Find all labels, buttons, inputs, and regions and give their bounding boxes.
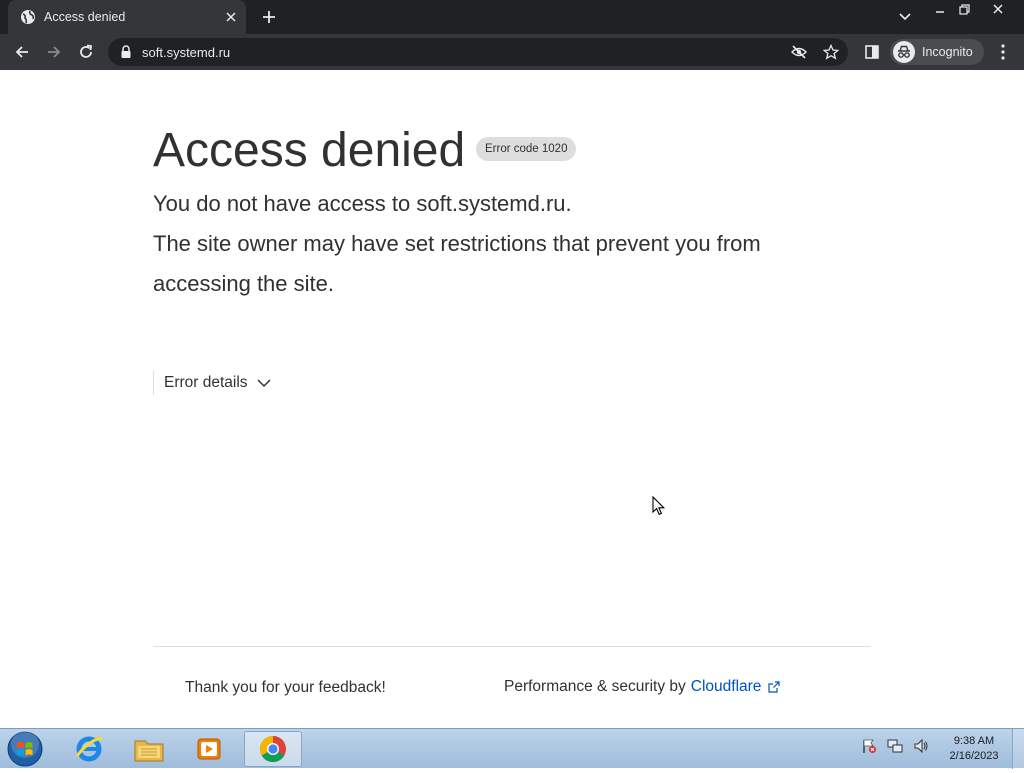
eye-slash-icon[interactable] bbox=[790, 44, 808, 60]
error-description: You do not have access to soft.systemd.r… bbox=[153, 184, 853, 304]
system-tray bbox=[860, 737, 930, 755]
footer-divider bbox=[153, 646, 871, 647]
action-center-flag-icon[interactable] bbox=[860, 737, 878, 755]
start-button[interactable] bbox=[6, 730, 44, 768]
forward-button[interactable] bbox=[42, 41, 66, 63]
performance-credit: Performance & security by Cloudflare bbox=[504, 678, 782, 696]
error-details-label[interactable]: Error details bbox=[164, 374, 248, 392]
url-text[interactable]: soft.systemd.ru bbox=[142, 45, 230, 60]
globe-icon bbox=[20, 9, 36, 25]
page-content: Access denied Error code 1020 You do not… bbox=[0, 70, 1024, 728]
file-explorer-icon[interactable] bbox=[120, 731, 178, 767]
cloudflare-link[interactable]: Cloudflare bbox=[691, 678, 762, 696]
address-bar[interactable]: soft.systemd.ru bbox=[108, 38, 848, 66]
side-panel-button[interactable] bbox=[860, 41, 884, 63]
show-desktop-button[interactable] bbox=[1012, 729, 1024, 769]
taskbar-clock[interactable]: 9:38 AM 2/16/2023 bbox=[944, 734, 1004, 764]
tab-search-chevron-icon[interactable] bbox=[895, 8, 915, 26]
error-code-badge: Error code 1020 bbox=[476, 137, 577, 161]
page-title: Access denied bbox=[153, 124, 466, 177]
tab-title: Access denied bbox=[44, 10, 126, 24]
restore-window-button[interactable] bbox=[952, 0, 976, 18]
tab-strip: Access denied bbox=[0, 0, 1024, 34]
browser-toolbar: soft.systemd.ru Incognito bbox=[0, 34, 1024, 70]
new-tab-button[interactable] bbox=[258, 6, 280, 28]
close-window-button[interactable] bbox=[976, 0, 1020, 18]
mouse-cursor-icon bbox=[652, 495, 666, 516]
incognito-label: Incognito bbox=[922, 45, 973, 59]
internet-explorer-icon[interactable] bbox=[60, 731, 118, 767]
incognito-indicator[interactable]: Incognito bbox=[890, 39, 984, 65]
media-player-icon[interactable] bbox=[180, 731, 238, 767]
back-button[interactable] bbox=[10, 41, 34, 63]
clock-time: 9:38 AM bbox=[953, 735, 995, 747]
access-message: You do not have access to soft.systemd.r… bbox=[153, 191, 572, 216]
taskbar: 9:38 AM 2/16/2023 bbox=[0, 728, 1024, 769]
tab-access-denied[interactable]: Access denied bbox=[8, 0, 246, 34]
feedback-message: Thank you for your feedback! bbox=[185, 679, 386, 696]
lock-icon[interactable] bbox=[120, 45, 134, 59]
chevron-down-icon[interactable] bbox=[257, 376, 271, 390]
volume-icon[interactable] bbox=[912, 737, 930, 755]
clock-date: 2/16/2023 bbox=[949, 750, 999, 762]
bookmark-star-icon[interactable] bbox=[822, 44, 840, 60]
reload-button[interactable] bbox=[74, 41, 98, 63]
chrome-icon[interactable] bbox=[244, 731, 302, 767]
external-link-icon[interactable] bbox=[768, 680, 782, 694]
incognito-icon bbox=[893, 41, 915, 63]
minimize-window-button[interactable] bbox=[928, 0, 952, 18]
close-tab-icon[interactable] bbox=[222, 8, 240, 26]
network-icon[interactable] bbox=[886, 737, 904, 755]
performance-prefix: Performance & security by bbox=[504, 678, 686, 695]
more-menu-icon[interactable] bbox=[992, 41, 1014, 63]
restriction-message: The site owner may have set restrictions… bbox=[153, 231, 761, 296]
error-details-toggle[interactable]: Error details bbox=[153, 371, 271, 395]
